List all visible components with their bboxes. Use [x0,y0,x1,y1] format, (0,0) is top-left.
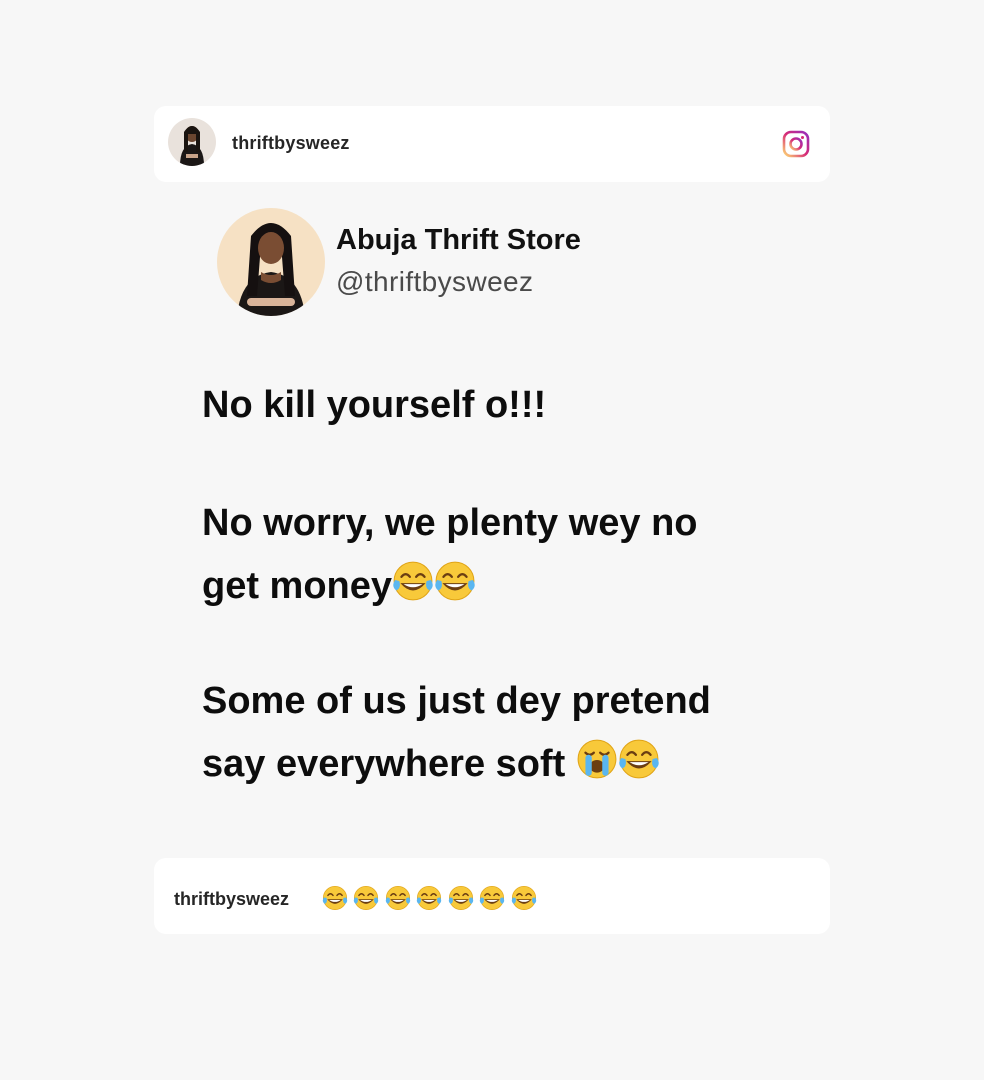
tweet-text-segment: say everywhere soft [202,743,576,785]
tweet-display-name[interactable]: Abuja Thrift Store [336,224,581,257]
face-with-tears-of-joy-icon [392,560,434,602]
face-with-tears-of-joy-icon [511,885,537,911]
tweet-avatar[interactable] [217,208,325,316]
face-with-tears-of-joy-icon [416,885,442,911]
tweet-text-line: get money [202,560,476,608]
face-with-tears-of-joy-icon [618,738,660,780]
face-with-tears-of-joy-icon [322,885,348,911]
face-with-tears-of-joy-icon [434,560,476,602]
tweet-text-line: Some of us just dey pretend [202,680,711,722]
tweet-text-line: No worry, we plenty wey no [202,502,698,544]
header-username[interactable]: thriftbysweez [232,133,350,154]
caption-username[interactable]: thriftbysweez [174,889,289,910]
caption-bar: thriftbysweez [154,858,830,934]
loudly-crying-face-icon [576,738,618,780]
tweet-text-segment: get money [202,565,393,607]
header-avatar[interactable] [168,118,216,166]
caption-emojis [322,885,538,911]
post-header: thriftbysweez [154,106,830,182]
face-with-tears-of-joy-icon [385,885,411,911]
face-with-tears-of-joy-icon [448,885,474,911]
instagram-icon[interactable] [782,130,810,158]
face-with-tears-of-joy-icon [353,885,379,911]
face-with-tears-of-joy-icon [479,885,505,911]
tweet-text-line: say everywhere soft [202,738,660,786]
tweet-text-line: No kill yourself o!!! [202,384,547,426]
tweet-handle[interactable]: @thriftbysweez [336,266,533,298]
